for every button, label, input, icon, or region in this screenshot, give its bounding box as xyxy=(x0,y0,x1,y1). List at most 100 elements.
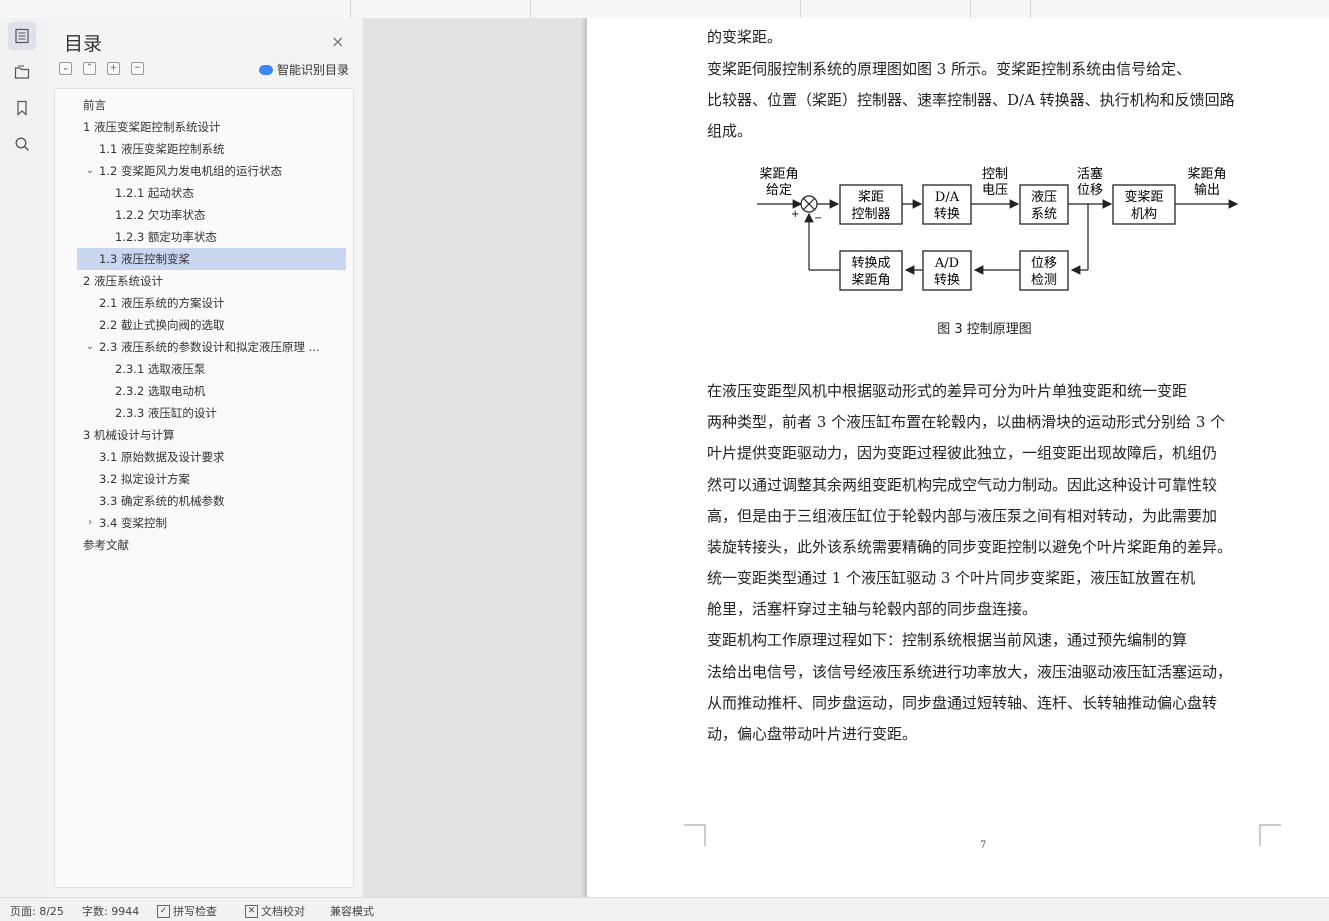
smart-toc-button[interactable]: 智能识别目录 xyxy=(259,61,349,78)
toc-item[interactable]: 3.1 原始数据及设计要求 xyxy=(77,446,346,468)
toc-item[interactable]: 2.3.3 液压缸的设计 xyxy=(77,402,346,424)
toolbar-group[interactable] xyxy=(1030,0,1329,18)
toc-item[interactable]: › 3.4 变桨控制 xyxy=(77,512,346,534)
toc-item-label: 3.3 确定系统的机械参数 xyxy=(99,494,225,508)
toc-item[interactable]: 3.2 拟定设计方案 xyxy=(77,468,346,490)
toc-icon[interactable] xyxy=(8,22,36,50)
toc-item[interactable]: ⌄1 液压变桨距控制系统设计 xyxy=(77,116,346,138)
toc-item-label: 1.2 变桨距风力发电机组的运行状态 xyxy=(99,164,282,178)
toc-item-label: 3.4 变桨控制 xyxy=(99,516,167,530)
block-label: 机构 xyxy=(1131,207,1157,222)
toc-item[interactable]: ⌄2 液压系统设计 xyxy=(77,270,346,292)
output-label: 桨距角 xyxy=(1187,166,1226,182)
top-toolbar xyxy=(0,0,1329,19)
add-heading-button[interactable]: + xyxy=(107,62,120,75)
chevron-down-icon[interactable]: ⌄ xyxy=(84,336,96,358)
toc-item[interactable]: 1.2.2 欠功率状态 xyxy=(77,204,346,226)
signal-label: 位移 xyxy=(1077,183,1103,198)
document-page[interactable]: 的变桨距。 变桨距伺服控制系统的原理图如图 3 所示。变桨距控制系统由信号给定、… xyxy=(587,18,1329,897)
toc-item-label: 2.1 液压系统的方案设计 xyxy=(99,296,225,310)
toc-panel: 目录 × ⌄ ⌃ + − 智能识别目录 前言 ⌄1 液压变桨距控制系统设计 1.… xyxy=(44,18,363,897)
toc-item[interactable]: ⌄ 1.2 变桨距风力发电机组的运行状态 xyxy=(77,160,346,182)
toc-item[interactable]: 1.2.1 起动状态 xyxy=(77,182,346,204)
toc-item[interactable]: 前言 xyxy=(77,94,346,116)
figure-caption: 图 3 控制原理图 xyxy=(937,322,1032,337)
close-icon[interactable]: × xyxy=(331,32,344,51)
toc-item[interactable]: 2.3.2 选取电动机 xyxy=(77,380,346,402)
toc-item[interactable]: 1.2.3 额定功率状态 xyxy=(77,226,346,248)
word-count[interactable]: 字数: 9944 xyxy=(82,903,139,919)
compat-mode-label: 兼容模式 xyxy=(330,905,374,918)
toc-item-label: 3 机械设计与计算 xyxy=(83,428,175,442)
block-label: 控制器 xyxy=(851,207,890,222)
paragraph-line: 的变桨距。 xyxy=(707,28,783,46)
toc-item[interactable]: 2.3.1 选取液压泵 xyxy=(77,358,346,380)
compat-mode: 兼容模式 xyxy=(330,903,374,919)
toc-item-label: 2.2 截止式换向阀的选取 xyxy=(99,318,225,332)
toc-item-label: 1.2.3 额定功率状态 xyxy=(115,230,217,244)
toc-item-label: 参考文献 xyxy=(83,538,129,552)
toc-item-label: 1.1 液压变桨距控制系统 xyxy=(99,142,225,156)
chevron-right-icon[interactable]: › xyxy=(84,512,96,534)
chevron-down-icon[interactable]: ⌄ xyxy=(77,270,80,292)
toc-item[interactable]: ⌄ 2.3 液压系统的参数设计和拟定液压原理 ... xyxy=(77,336,346,358)
signal-label: 电压 xyxy=(982,183,1008,198)
control-principle-diagram: 桨距角 给定 + − 桨距 控制器 D/A 转换 控制 电压 液压 系统 活塞 … xyxy=(757,166,1239,291)
block-label: 位移 xyxy=(1031,256,1057,271)
block-label: 系统 xyxy=(1031,207,1057,222)
toc-title: 目录 xyxy=(64,33,103,55)
paragraph-line: 在液压变距型风机中根据驱动形式的差异可分为叶片单独变距和统一变距 xyxy=(707,382,1188,400)
toc-item-label: 前言 xyxy=(83,98,106,112)
toc-item-label: 1.2.2 欠功率状态 xyxy=(115,208,206,222)
toolbar-group[interactable] xyxy=(0,0,351,18)
input-label: 桨距角 xyxy=(759,166,798,182)
proofread-button[interactable]: ✕ 文档校对 xyxy=(245,903,305,919)
block-label: 转换成 xyxy=(851,256,890,271)
toc-item-label: 3.1 原始数据及设计要求 xyxy=(99,450,225,464)
collapse-all-button[interactable]: ⌄ xyxy=(59,62,72,75)
toc-item[interactable]: 1.1 液压变桨距控制系统 xyxy=(77,138,346,160)
word-count-label: 字数: 9944 xyxy=(82,905,140,918)
page-corner-mark xyxy=(1259,824,1281,846)
toc-item-label: 2.3.3 液压缸的设计 xyxy=(115,406,217,420)
toolbar-group[interactable] xyxy=(350,0,531,18)
signal-label: 控制 xyxy=(982,167,1008,182)
paragraph-line: 动，偏心盘带动叶片进行变距。 xyxy=(707,725,918,743)
paragraph-line: 舱里，活塞杆穿过主轴与轮毂内部的同步盘连接。 xyxy=(707,600,1038,618)
toolbar-group[interactable] xyxy=(800,0,971,18)
block-label: A/D xyxy=(934,256,959,271)
chevron-down-icon[interactable]: ⌄ xyxy=(77,424,80,446)
document-area[interactable]: 的变桨距。 变桨距伺服控制系统的原理图如图 3 所示。变桨距控制系统由信号给定、… xyxy=(363,18,1329,897)
toc-item[interactable]: 3.3 确定系统的机械参数 xyxy=(77,490,346,512)
block-label: 转换 xyxy=(934,207,960,222)
remove-heading-button[interactable]: − xyxy=(131,62,144,75)
block-label: 转换 xyxy=(934,273,960,288)
expand-all-button[interactable]: ⌃ xyxy=(83,62,96,75)
toc-item-label: 2.3.2 选取电动机 xyxy=(115,384,206,398)
navigation-icon-bar xyxy=(0,18,45,897)
toc-item-selected[interactable]: 1.3 液压控制变桨 xyxy=(77,248,346,270)
input-label: 给定 xyxy=(766,183,792,198)
chapter-navigation-icon[interactable] xyxy=(8,58,36,86)
toc-item[interactable]: 2.2 截止式换向阀的选取 xyxy=(77,314,346,336)
chevron-down-icon[interactable]: ⌄ xyxy=(84,160,96,182)
page-corner-mark xyxy=(684,824,706,846)
block-label: 桨距角 xyxy=(851,272,890,288)
paragraph-line: 统一变距类型通过 1 个液压缸驱动 3 个叶片同步变桨距，液压缸放置在机 xyxy=(707,569,1196,587)
page-number: 7 xyxy=(980,840,987,851)
spell-check-button[interactable]: ✓ 拼写检查 xyxy=(157,903,217,919)
chevron-down-icon[interactable]: ⌄ xyxy=(77,116,80,138)
bookmark-icon[interactable] xyxy=(8,94,36,122)
toc-item-label: 1.2.1 起动状态 xyxy=(115,186,194,200)
toc-item[interactable]: 参考文献 xyxy=(77,534,346,556)
signal-label: 活塞 xyxy=(1077,166,1103,182)
search-icon[interactable] xyxy=(8,130,36,158)
toolbar-group[interactable] xyxy=(970,0,1031,18)
toc-item[interactable]: ⌄3 机械设计与计算 xyxy=(77,424,346,446)
spell-check-label: 拼写检查 xyxy=(173,905,217,918)
page-indicator[interactable]: 页面: 8/25 xyxy=(10,903,64,919)
toc-item[interactable]: 2.1 液压系统的方案设计 xyxy=(77,292,346,314)
output-label: 输出 xyxy=(1194,182,1220,198)
toolbar-group[interactable] xyxy=(530,0,801,18)
toc-item-label: 1 液压变桨距控制系统设计 xyxy=(83,120,221,134)
